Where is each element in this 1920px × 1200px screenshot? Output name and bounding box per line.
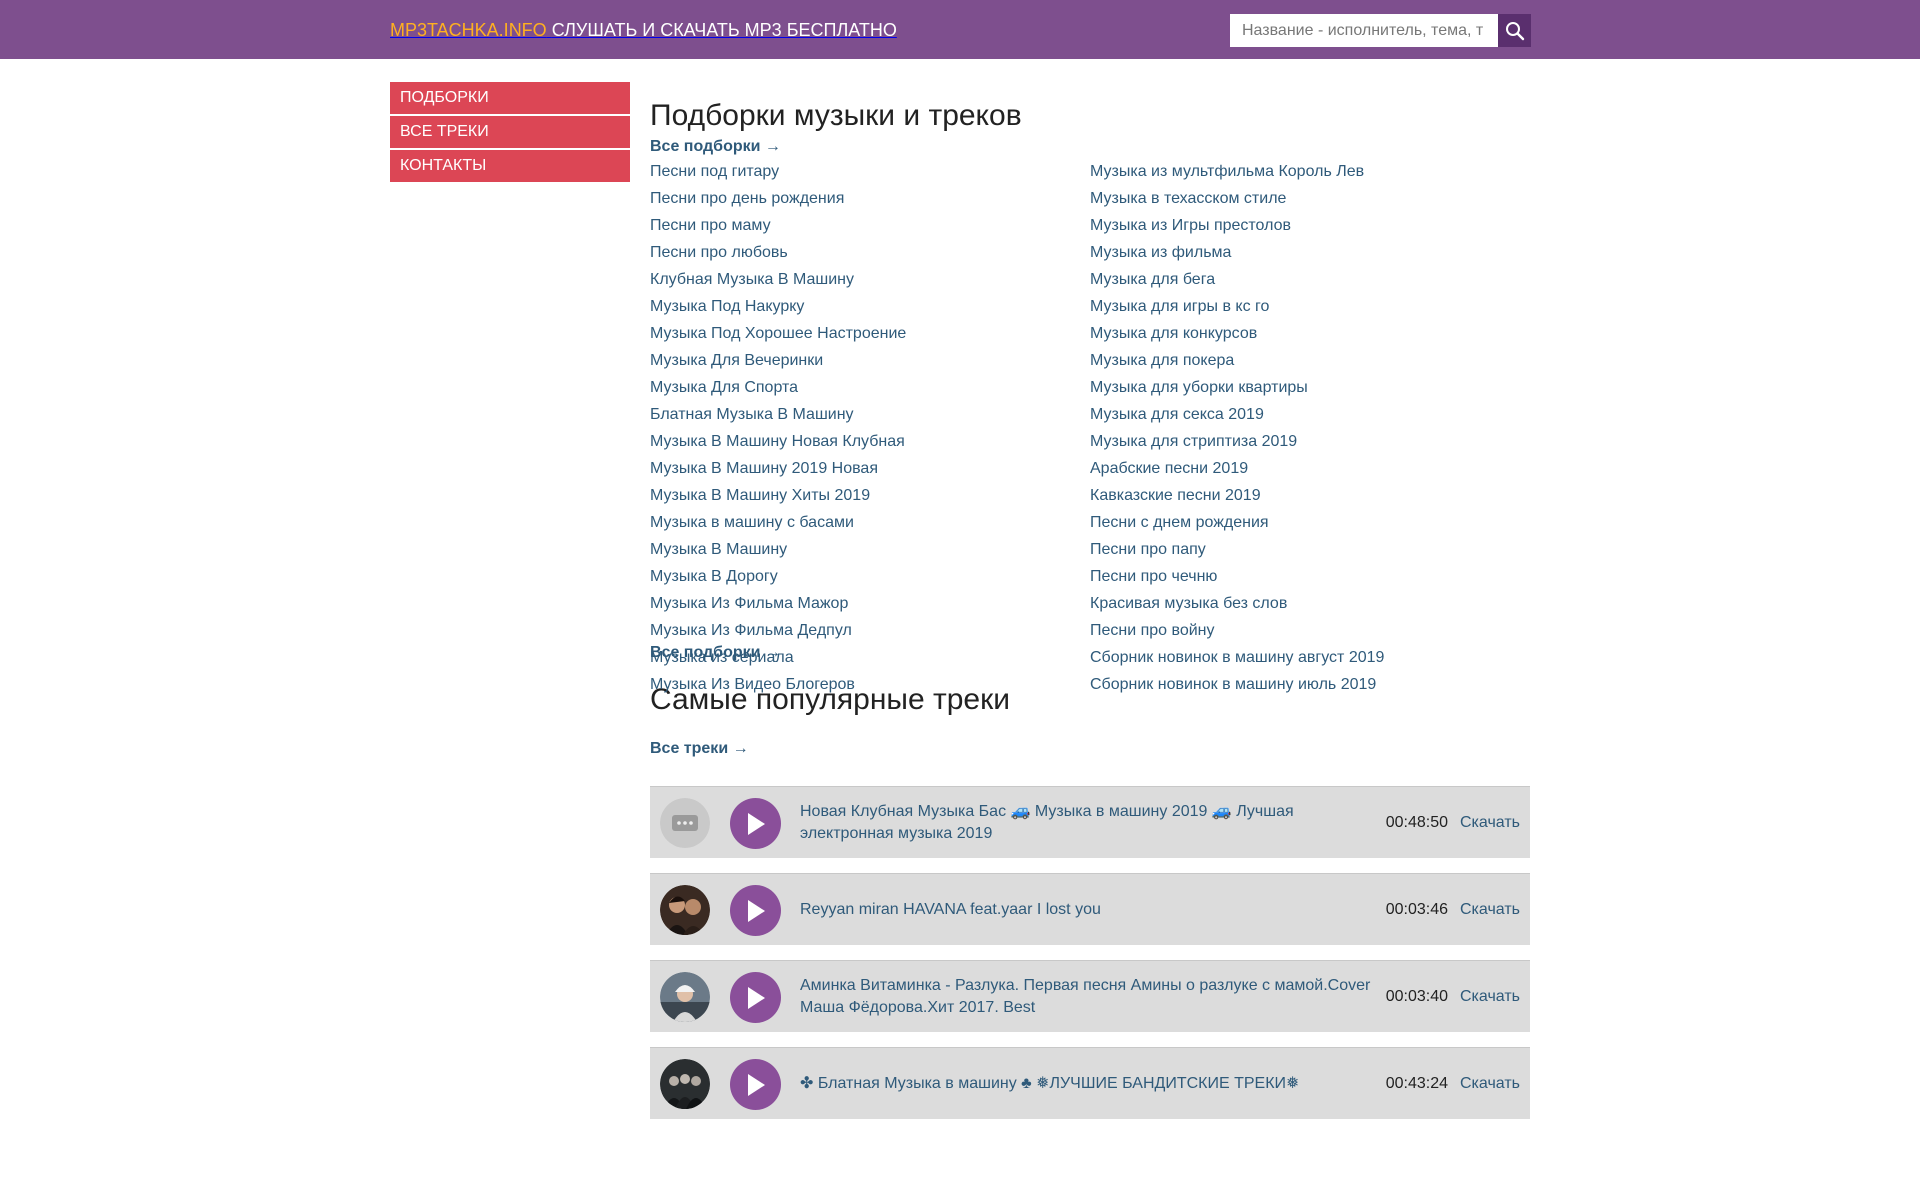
- collection-link[interactable]: Песни про чечню: [1090, 563, 1384, 590]
- collections-list: Песни под гитару Песни про день рождения П…: [650, 158, 1530, 693]
- track-cover: [660, 798, 710, 848]
- search-form: [1230, 14, 1531, 47]
- collection-link[interactable]: Музыка для конкурсов: [1090, 320, 1384, 347]
- sidebar-item-all-tracks[interactable]: ВСЕ ТРЕКИ: [390, 116, 630, 148]
- track-title[interactable]: Аминка Витаминка - Разлука. Первая песня…: [800, 961, 1380, 1033]
- collections-column-right: Музыка из мультфильма Король Лев Музыка в…: [1090, 158, 1384, 698]
- main-content: Подборки музыки и треков Все подборки → …: [650, 96, 1530, 1134]
- track-duration: 00:03:46: [1385, 901, 1448, 918]
- collection-link[interactable]: Музыка для секса 2019: [1090, 401, 1384, 428]
- track-list: Новая Клубная Музыка Бас 🚙 Музыка в маши…: [650, 786, 1530, 1119]
- site-logo-link[interactable]: MP3TACHKA.INFO СЛУШАТЬ И СКАЧАТЬ MP3 БЕС…: [390, 19, 897, 41]
- collection-link[interactable]: Кавказские песни 2019: [1090, 482, 1384, 509]
- collection-link[interactable]: Музыка для уборки квартиры: [1090, 374, 1384, 401]
- collection-link[interactable]: Музыка Под Хорошее Настроение: [650, 320, 906, 347]
- track-title[interactable]: Новая Клубная Музыка Бас 🚙 Музыка в маши…: [800, 787, 1380, 859]
- collection-link[interactable]: Музыка из фильма: [1090, 239, 1384, 266]
- search-input[interactable]: [1230, 14, 1498, 47]
- track-cover: [660, 1059, 710, 1109]
- collection-link[interactable]: Песни про день рождения: [650, 185, 906, 212]
- collection-link[interactable]: Песни про войну: [1090, 617, 1384, 644]
- track-title[interactable]: Reyyan miran HAVANA feat.yaar I lost you: [800, 874, 1380, 946]
- download-link[interactable]: Скачать: [1460, 787, 1520, 859]
- collection-link[interactable]: Красивая музыка без слов: [1090, 590, 1384, 617]
- collection-link[interactable]: Музыка из мультфильма Король Лев: [1090, 158, 1384, 185]
- play-button[interactable]: [730, 972, 781, 1023]
- collection-link[interactable]: Музыка для стриптиза 2019: [1090, 428, 1384, 455]
- collection-link[interactable]: Музыка В Машину: [650, 536, 906, 563]
- collection-link[interactable]: Клубная Музыка В Машину: [650, 266, 906, 293]
- play-button[interactable]: [730, 885, 781, 936]
- track-row: Аминка Витаминка - Разлука. Первая песня…: [650, 960, 1530, 1032]
- all-collections-link-top[interactable]: Все подборки →: [650, 138, 781, 156]
- placeholder-icon: [660, 798, 710, 848]
- collection-link[interactable]: Сборник новинок в машину август 2019: [1090, 644, 1384, 671]
- collection-link[interactable]: Музыка Из Фильма Дедпул: [650, 617, 906, 644]
- collection-link[interactable]: Музыка для игры в кс го: [1090, 293, 1384, 320]
- download-link[interactable]: Скачать: [1460, 961, 1520, 1033]
- collection-link[interactable]: Музыка В Дорогу: [650, 563, 906, 590]
- avatar-girl: [660, 972, 710, 1022]
- collections-column-left: Песни под гитару Песни про день рождения П…: [650, 158, 906, 698]
- collections-title: Подборки музыки и треков: [650, 99, 1022, 132]
- collection-link[interactable]: Музыка в техасском стиле: [1090, 185, 1384, 212]
- play-button[interactable]: [730, 1059, 781, 1110]
- collection-link[interactable]: Арабские песни 2019: [1090, 455, 1384, 482]
- collection-link[interactable]: Песни про папу: [1090, 536, 1384, 563]
- avatar-group: [660, 1059, 710, 1109]
- collection-link[interactable]: Музыка Для Вечеринки: [650, 347, 906, 374]
- collection-link[interactable]: Музыка Под Накурку: [650, 293, 906, 320]
- play-icon: [747, 986, 765, 1009]
- collection-link[interactable]: Музыка В Машину 2019 Новая: [650, 455, 906, 482]
- search-icon: [1505, 21, 1524, 40]
- all-tracks-link[interactable]: Все треки →: [650, 740, 749, 758]
- collection-link[interactable]: Музыка Из Видео Блогеров: [650, 671, 906, 698]
- play-icon: [747, 899, 765, 922]
- collection-link[interactable]: Песни с днем рождения: [1090, 509, 1384, 536]
- play-button[interactable]: [730, 798, 781, 849]
- track-title[interactable]: ✤ Блатная Музыка в машину ♣ ❅ЛУЧШИЕ БАНД…: [800, 1048, 1380, 1120]
- play-icon: [747, 812, 765, 835]
- collection-link[interactable]: Музыка из сериала: [650, 644, 906, 671]
- track-duration: 00:48:50: [1385, 814, 1448, 831]
- collection-link[interactable]: Музыка В Машину Хиты 2019: [650, 482, 906, 509]
- sidebar-item-collections[interactable]: ПОДБОРКИ: [390, 82, 630, 114]
- collection-link[interactable]: Музыка для покера: [1090, 347, 1384, 374]
- sidebar-menu: ПОДБОРКИ ВСЕ ТРЕКИ КОНТАКТЫ: [390, 82, 630, 184]
- collection-link[interactable]: Музыка в машину с басами: [650, 509, 906, 536]
- download-link[interactable]: Скачать: [1460, 874, 1520, 946]
- collection-link[interactable]: Музыка В Машину Новая Клубная: [650, 428, 906, 455]
- track-row: Reyyan miran HAVANA feat.yaar I lost you…: [650, 873, 1530, 945]
- site-tagline: СЛУШАТЬ И СКАЧАТЬ MP3 БЕСПЛАТНО: [551, 20, 897, 40]
- collection-link[interactable]: Музыка Для Спорта: [650, 374, 906, 401]
- track-row: Новая Клубная Музыка Бас 🚙 Музыка в маши…: [650, 786, 1530, 858]
- collection-link[interactable]: Музыка для бега: [1090, 266, 1384, 293]
- header-inner: MP3TACHKA.INFO СЛУШАТЬ И СКАЧАТЬ MP3 БЕС…: [390, 0, 1531, 59]
- collection-link[interactable]: Музыка из Игры престолов: [1090, 212, 1384, 239]
- top-header: MP3TACHKA.INFO СЛУШАТЬ И СКАЧАТЬ MP3 БЕС…: [0, 0, 1920, 59]
- collection-link[interactable]: Сборник новинок в машину июль 2019: [1090, 671, 1384, 698]
- track-cover: [660, 972, 710, 1022]
- search-button[interactable]: [1498, 14, 1531, 47]
- avatar-couple: [660, 885, 710, 935]
- collection-link[interactable]: Песни под гитару: [650, 158, 906, 185]
- collection-link[interactable]: Музыка Из Фильма Мажор: [650, 590, 906, 617]
- track-row: ✤ Блатная Музыка в машину ♣ ❅ЛУЧШИЕ БАНД…: [650, 1047, 1530, 1119]
- play-icon: [747, 1073, 765, 1096]
- track-duration: 00:03:40: [1385, 988, 1448, 1005]
- download-link[interactable]: Скачать: [1460, 1048, 1520, 1120]
- site-brand: MP3TACHKA.INFO: [390, 20, 547, 40]
- collection-link[interactable]: Песни про любовь: [650, 239, 906, 266]
- collection-link[interactable]: Песни про маму: [650, 212, 906, 239]
- track-cover: [660, 885, 710, 935]
- sidebar-item-contacts[interactable]: КОНТАКТЫ: [390, 150, 630, 182]
- collection-link[interactable]: Блатная Музыка В Машину: [650, 401, 906, 428]
- track-duration: 00:43:24: [1385, 1075, 1448, 1092]
